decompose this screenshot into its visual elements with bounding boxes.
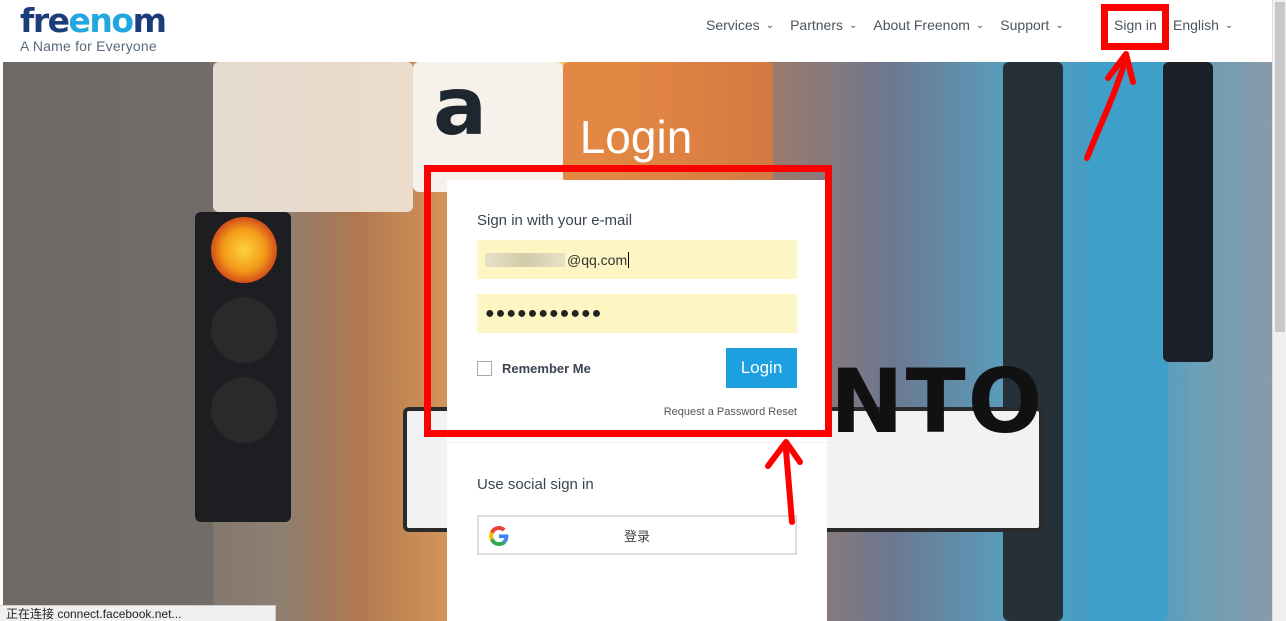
traffic-light-lamp <box>211 217 277 283</box>
annotation-box-login-form <box>424 165 832 437</box>
nav-support[interactable]: Support ⌄ <box>1000 17 1063 33</box>
chevron-down-icon: ⌄ <box>1224 19 1234 31</box>
page-title: Login <box>579 111 693 163</box>
chevron-down-icon: ⌄ <box>765 19 775 31</box>
chevron-down-icon: ⌄ <box>849 19 858 31</box>
traffic-light-lamp <box>211 297 277 363</box>
browser-status-bar: 正在连接 connect.facebook.net... <box>0 605 276 621</box>
bg-shape <box>1163 62 1213 362</box>
google-button-label: 登录 <box>623 528 650 544</box>
nav-label: Support <box>1000 17 1050 33</box>
site-header: freenom A Name for Everyone Services ⌄ Pa… <box>0 0 1272 62</box>
nav-label: Services <box>706 17 760 33</box>
traffic-light-lamp <box>211 377 277 443</box>
section-divider <box>447 442 827 443</box>
nav-about[interactable]: About Freenom ⌄ <box>873 17 984 33</box>
vertical-scrollbar[interactable] <box>1272 0 1286 621</box>
google-icon <box>489 526 509 546</box>
google-signin-button[interactable]: 登录 <box>477 515 797 555</box>
language-label: English <box>1173 17 1219 33</box>
chevron-down-icon: ⌄ <box>1055 19 1064 31</box>
nav-label: About Freenom <box>873 17 970 33</box>
freenom-logo[interactable]: freenom A Name for Everyone <box>20 1 167 55</box>
logo-wordmark: freenom <box>20 1 167 40</box>
logo-tagline: A Name for Everyone <box>20 38 157 54</box>
scrollbar-thumb[interactable] <box>1275 2 1285 332</box>
annotation-box-signin <box>1101 4 1169 50</box>
chevron-down-icon: ⌄ <box>975 19 985 31</box>
nav-label: Partners <box>790 17 843 33</box>
bg-sign-text: NTO <box>830 350 1045 453</box>
language-selector[interactable]: English ⌄ <box>1173 17 1233 33</box>
nav-partners[interactable]: Partners ⌄ <box>790 17 857 33</box>
main-nav: Services ⌄ Partners ⌄ About Freenom ⌄ Suppo… <box>706 17 1080 33</box>
social-signin-heading: Use social sign in <box>477 476 594 493</box>
nav-services[interactable]: Services ⌄ <box>706 17 774 33</box>
